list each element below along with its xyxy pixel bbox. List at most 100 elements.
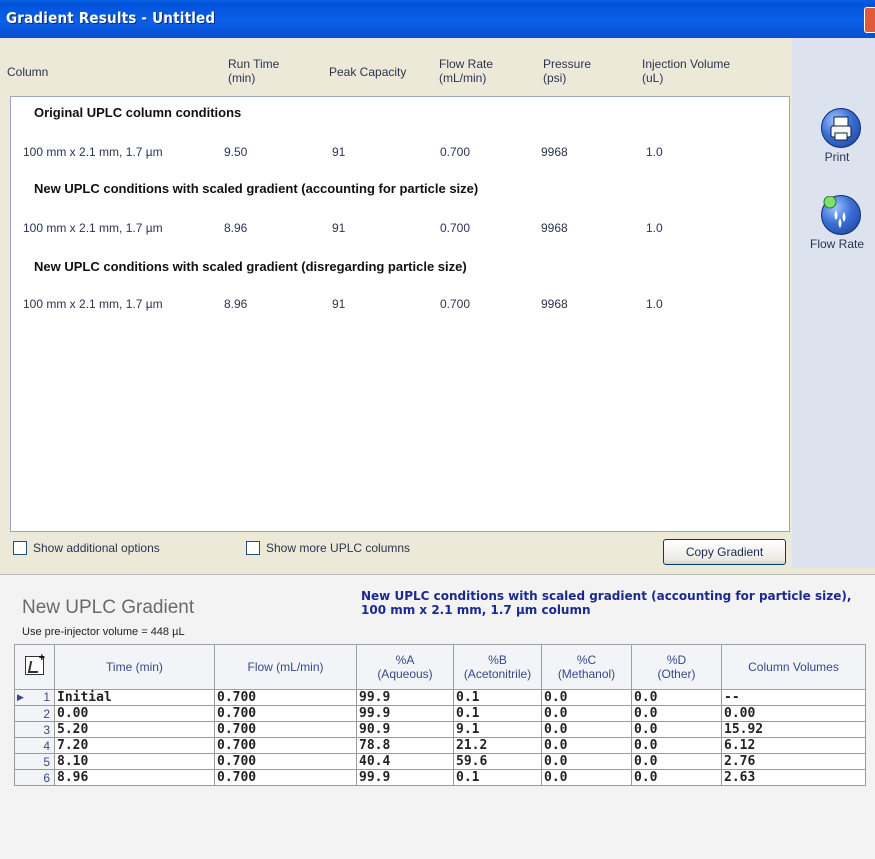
th-a-label: %A — [395, 653, 415, 667]
col-header-run-time: Run Time (min) — [228, 57, 279, 85]
cell-time[interactable]: 0.00 — [54, 705, 215, 722]
cell-cv[interactable]: 6.12 — [721, 737, 866, 754]
table-row[interactable]: 2 0.00 0.700 99.9 0.1 0.0 0.0 0.00 — [14, 705, 866, 722]
row-pressure: 9968 — [541, 145, 568, 159]
row-injection-volume: 1.0 — [646, 145, 663, 159]
cell-b[interactable]: 21.2 — [453, 737, 542, 754]
table-row[interactable]: 6 8.96 0.700 99.9 0.1 0.0 0.0 2.63 — [14, 769, 866, 786]
add-gradient-step-button[interactable] — [14, 644, 55, 690]
row-pressure: 9968 — [541, 221, 568, 235]
cell-time[interactable]: Initial — [54, 689, 215, 706]
injection-volume-unit: (uL) — [642, 71, 664, 85]
cell-a[interactable]: 40.4 — [356, 753, 454, 770]
section-title-original: Original UPLC column conditions — [34, 105, 242, 120]
cell-cv[interactable]: 15.92 — [721, 721, 866, 738]
col-header-peak-capacity: Peak Capacity — [329, 65, 407, 79]
cell-b[interactable]: 9.1 — [453, 721, 542, 738]
copy-gradient-button[interactable]: Copy Gradient — [663, 539, 786, 565]
gradient-title: New UPLC Gradient — [22, 597, 195, 618]
th-d-sub: (Other) — [657, 667, 696, 681]
table-row[interactable]: 5 8.10 0.700 40.4 59.6 0.0 0.0 2.76 — [14, 753, 866, 770]
cell-d[interactable]: 0.0 — [631, 769, 722, 786]
th-b-label: %B — [488, 653, 507, 667]
cell-c[interactable]: 0.0 — [541, 769, 632, 786]
cell-d[interactable]: 0.0 — [631, 689, 722, 706]
run-time-label: Run Time — [228, 57, 280, 71]
th-c[interactable]: %C (Methanol) — [541, 644, 632, 690]
print-button[interactable]: Print — [807, 108, 875, 164]
show-more-columns[interactable]: Show more UPLC columns — [246, 541, 410, 555]
cell-a[interactable]: 78.8 — [356, 737, 454, 754]
th-time[interactable]: Time (min) — [54, 644, 215, 690]
cell-flow[interactable]: 0.700 — [214, 769, 357, 786]
gradient-description-line2: 100 mm x 2.1 mm, 1.7 µm column — [361, 603, 591, 617]
injection-volume-label: Injection Volume — [642, 57, 731, 71]
close-button[interactable] — [864, 7, 875, 33]
cell-flow[interactable]: 0.700 — [214, 753, 357, 770]
row-index: ▶ 1 — [14, 689, 55, 706]
cell-d[interactable]: 0.0 — [631, 721, 722, 738]
table-row[interactable]: ▶ 1 Initial 0.700 99.9 0.1 0.0 0.0 -- — [14, 689, 866, 706]
show-more-columns-checkbox[interactable] — [246, 541, 260, 555]
cell-flow[interactable]: 0.700 — [214, 705, 357, 722]
pressure-unit: (psi) — [543, 71, 567, 85]
results-panel: Original UPLC column conditions 100 mm x… — [10, 96, 790, 532]
cell-cv[interactable]: 0.00 — [721, 705, 866, 722]
cell-c[interactable]: 0.0 — [541, 705, 632, 722]
current-row-arrow-icon: ▶ — [17, 692, 24, 702]
cell-b[interactable]: 0.1 — [453, 705, 542, 722]
show-more-columns-label: Show more UPLC columns — [266, 541, 411, 555]
window-title: Gradient Results - Untitled — [6, 9, 216, 27]
cell-c[interactable]: 0.0 — [541, 737, 632, 754]
cell-time[interactable]: 8.10 — [54, 753, 215, 770]
add-step-icon — [25, 651, 45, 675]
flow-rate-label: Flow Rate — [439, 57, 494, 71]
show-additional-options[interactable]: Show additional options — [13, 541, 160, 555]
row-number: 2 — [14, 705, 55, 722]
cell-time[interactable]: 5.20 — [54, 721, 215, 738]
table-row[interactable]: 3 5.20 0.700 90.9 9.1 0.0 0.0 15.92 — [14, 721, 866, 738]
cell-b[interactable]: 59.6 — [453, 753, 542, 770]
cell-b[interactable]: 0.1 — [453, 769, 542, 786]
cell-time[interactable]: 8.96 — [54, 769, 215, 786]
cell-d[interactable]: 0.0 — [631, 753, 722, 770]
cell-flow[interactable]: 0.700 — [214, 721, 357, 738]
cell-a[interactable]: 99.9 — [356, 705, 454, 722]
th-c-sub: (Methanol) — [557, 667, 616, 681]
flow-rate-button[interactable]: Flow Rate — [807, 195, 875, 251]
gradient-description-line1: New UPLC conditions with scaled gradient… — [361, 589, 852, 603]
cell-cv[interactable]: 2.63 — [721, 769, 866, 786]
section-title-scaled-accounting: New UPLC conditions with scaled gradient… — [34, 181, 479, 196]
th-a[interactable]: %A (Aqueous) — [356, 644, 454, 690]
row-peak-capacity: 91 — [332, 145, 346, 159]
show-additional-options-checkbox[interactable] — [13, 541, 27, 555]
row-number: 6 — [14, 769, 55, 786]
cell-d[interactable]: 0.0 — [631, 705, 722, 722]
cell-a[interactable]: 90.9 — [356, 721, 454, 738]
cell-b[interactable]: 0.1 — [453, 689, 542, 706]
cell-c[interactable]: 0.0 — [541, 689, 632, 706]
cell-flow[interactable]: 0.700 — [214, 737, 357, 754]
cell-d[interactable]: 0.0 — [631, 737, 722, 754]
table-row[interactable]: 4 7.20 0.700 78.8 21.2 0.0 0.0 6.12 — [14, 737, 866, 754]
table-header-row: Time (min) Flow (mL/min) %A(Aqueous) %B(… — [14, 644, 866, 690]
action-sidebar: Print Flow Rate — [792, 38, 875, 568]
th-d[interactable]: %D (Other) — [631, 644, 722, 690]
cell-a[interactable]: 99.9 — [356, 769, 454, 786]
cell-cv[interactable]: 2.76 — [721, 753, 866, 770]
row-peak-capacity: 91 — [332, 221, 346, 235]
cell-a[interactable]: 99.9 — [356, 689, 454, 706]
cell-c[interactable]: 0.0 — [541, 721, 632, 738]
cell-flow[interactable]: 0.700 — [214, 689, 357, 706]
results-header: Column Run Time (min) Peak Capacity Flow… — [0, 38, 792, 96]
flow-rate-label: Flow Rate — [809, 237, 865, 251]
th-column-volumes[interactable]: Column Volumes — [721, 644, 866, 690]
row-injection-volume: 1.0 — [646, 221, 663, 235]
th-flow[interactable]: Flow (mL/min) — [214, 644, 357, 690]
th-a-sub: (Aqueous) — [377, 667, 433, 681]
row-number: 1 — [43, 690, 50, 704]
th-b[interactable]: %B (Acetonitrile) — [453, 644, 542, 690]
cell-c[interactable]: 0.0 — [541, 753, 632, 770]
cell-cv[interactable]: -- — [721, 689, 866, 706]
cell-time[interactable]: 7.20 — [54, 737, 215, 754]
